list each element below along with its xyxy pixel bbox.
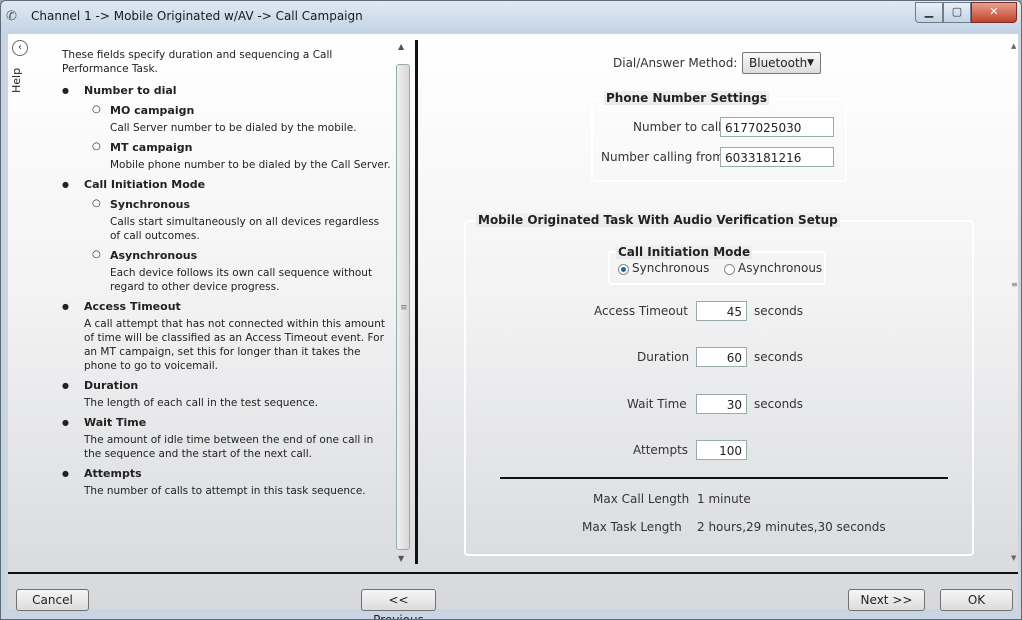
access-timeout-input[interactable]: 45 [696,301,747,321]
pane-splitter[interactable] [415,40,418,564]
call-initiation-mode-title: Call Initiation Mode [616,245,753,259]
number-to-call-label: Number to call: [633,120,726,134]
settings-scrollbar[interactable]: ▲ ≡ ▼ [1011,40,1018,566]
wait-time-unit: seconds [754,397,804,411]
help-desc-asynchronous: Each device follows its own call sequenc… [110,267,373,293]
dial-method-label: Dial/Answer Method: [613,56,738,70]
help-intro: These fields specify duration and sequen… [62,49,333,75]
help-tab[interactable]: Help [10,60,28,100]
help-heading-access-timeout: Access Timeout [62,300,391,314]
scroll-up-icon[interactable]: ▲ [398,42,404,51]
help-desc-synchronous: Calls start simultaneously on all device… [110,216,380,242]
scroll-down-icon[interactable]: ▼ [1011,554,1016,562]
max-call-length-value: 1 minute [697,492,751,506]
help-scrollbar[interactable]: ▲ ≡ ▼ [395,40,411,566]
max-task-length-value: 2 hours,29 minutes,30 seconds [697,520,886,534]
help-desc-access-timeout: A call attempt that has not connected wi… [84,318,385,372]
help-desc-attempts: The number of calls to attempt in this t… [84,485,366,497]
task-setup-group-title: Mobile Originated Task With Audio Verifi… [476,213,840,227]
help-desc-duration: The length of each call in the test sequ… [84,397,319,409]
previous-button[interactable]: << Previous [361,589,436,619]
help-heading-duration: Duration [62,379,391,393]
help-heading-attempts: Attempts [62,467,391,481]
help-heading-synchronous: Synchronous [92,197,391,212]
help-heading-wait-time: Wait Time [62,416,391,430]
radio-asynchronous[interactable] [724,264,735,275]
dialog-client-area: ‹ Help These fields specify duration and… [8,34,1018,619]
help-scroll-thumb[interactable]: ≡ [396,64,410,550]
grip-icon: ≡ [400,303,408,313]
duration-unit: seconds [754,350,804,364]
radio-asynchronous-label[interactable]: Asynchronous [738,261,822,275]
duration-label: Duration [637,350,690,364]
call-mode-radio-row: Synchronous Asynchronous [616,260,822,278]
summary-separator [500,477,948,479]
number-to-call-input[interactable]: 6177025030 [720,117,834,137]
access-timeout-label: Access Timeout [594,304,688,318]
app-icon: ✆ [6,9,17,24]
scroll-down-icon[interactable]: ▼ [398,554,404,563]
duration-input[interactable]: 60 [696,347,747,367]
help-content: These fields specify duration and sequen… [56,48,391,498]
dial-method-value: Bluetooth [749,56,808,70]
footer-separator [8,572,1018,574]
grip-icon: ≡ [1011,280,1018,289]
collapse-help-icon[interactable]: ‹ [12,40,28,56]
phone-number-group [591,98,847,182]
caption-buttons: ▁ ▢ ✕ [915,2,1017,23]
number-calling-from-label: Number calling from: [601,150,728,164]
wait-time-input[interactable]: 30 [696,394,747,414]
help-heading-asynchronous: Asynchronous [92,248,391,263]
help-desc-mo-campaign: Call Server number to be dialed by the m… [110,122,357,134]
cancel-button[interactable]: Cancel [16,589,89,611]
dial-method-dropdown[interactable]: Bluetooth ▼ [742,52,821,74]
help-heading-mo-campaign: MO campaign [92,103,391,118]
help-heading-mt-campaign: MT campaign [92,140,391,155]
title-bar: ✆ Channel 1 -> Mobile Originated w/AV ->… [1,1,1021,33]
attempts-label: Attempts [633,443,689,457]
phone-number-group-title: Phone Number Settings [604,91,769,105]
access-timeout-unit: seconds [754,304,804,318]
help-heading-number-to-dial: Number to dial [62,84,391,98]
max-call-length-label: Max Call Length [593,492,690,506]
settings-pane: Dial/Answer Method: Bluetooth ▼ Phone Nu… [420,34,1018,568]
help-desc-wait-time: The amount of idle time between the end … [84,434,374,460]
wait-time-label: Wait Time [627,397,687,411]
help-desc-mt-campaign: Mobile phone number to be dialed by the … [110,159,391,171]
max-task-length-label: Max Task Length [582,520,682,534]
help-pane: ‹ Help These fields specify duration and… [8,34,411,568]
number-calling-from-input[interactable]: 6033181216 [720,147,834,167]
next-button[interactable]: Next >> [848,589,925,611]
help-heading-call-initiation-mode: Call Initiation Mode [62,178,391,192]
scroll-up-icon[interactable]: ▲ [1011,42,1016,50]
attempts-input[interactable]: 100 [696,440,747,460]
minimize-button[interactable]: ▁ [915,2,943,23]
radio-synchronous-label[interactable]: Synchronous [632,261,709,275]
maximize-button[interactable]: ▢ [943,2,971,23]
ok-button[interactable]: OK [940,589,1013,611]
close-button[interactable]: ✕ [971,2,1017,23]
radio-synchronous[interactable] [618,264,629,275]
window-title: Channel 1 -> Mobile Originated w/AV -> C… [31,9,363,23]
dialog-window: ✆ Channel 1 -> Mobile Originated w/AV ->… [0,0,1022,620]
chevron-down-icon: ▼ [807,58,814,68]
